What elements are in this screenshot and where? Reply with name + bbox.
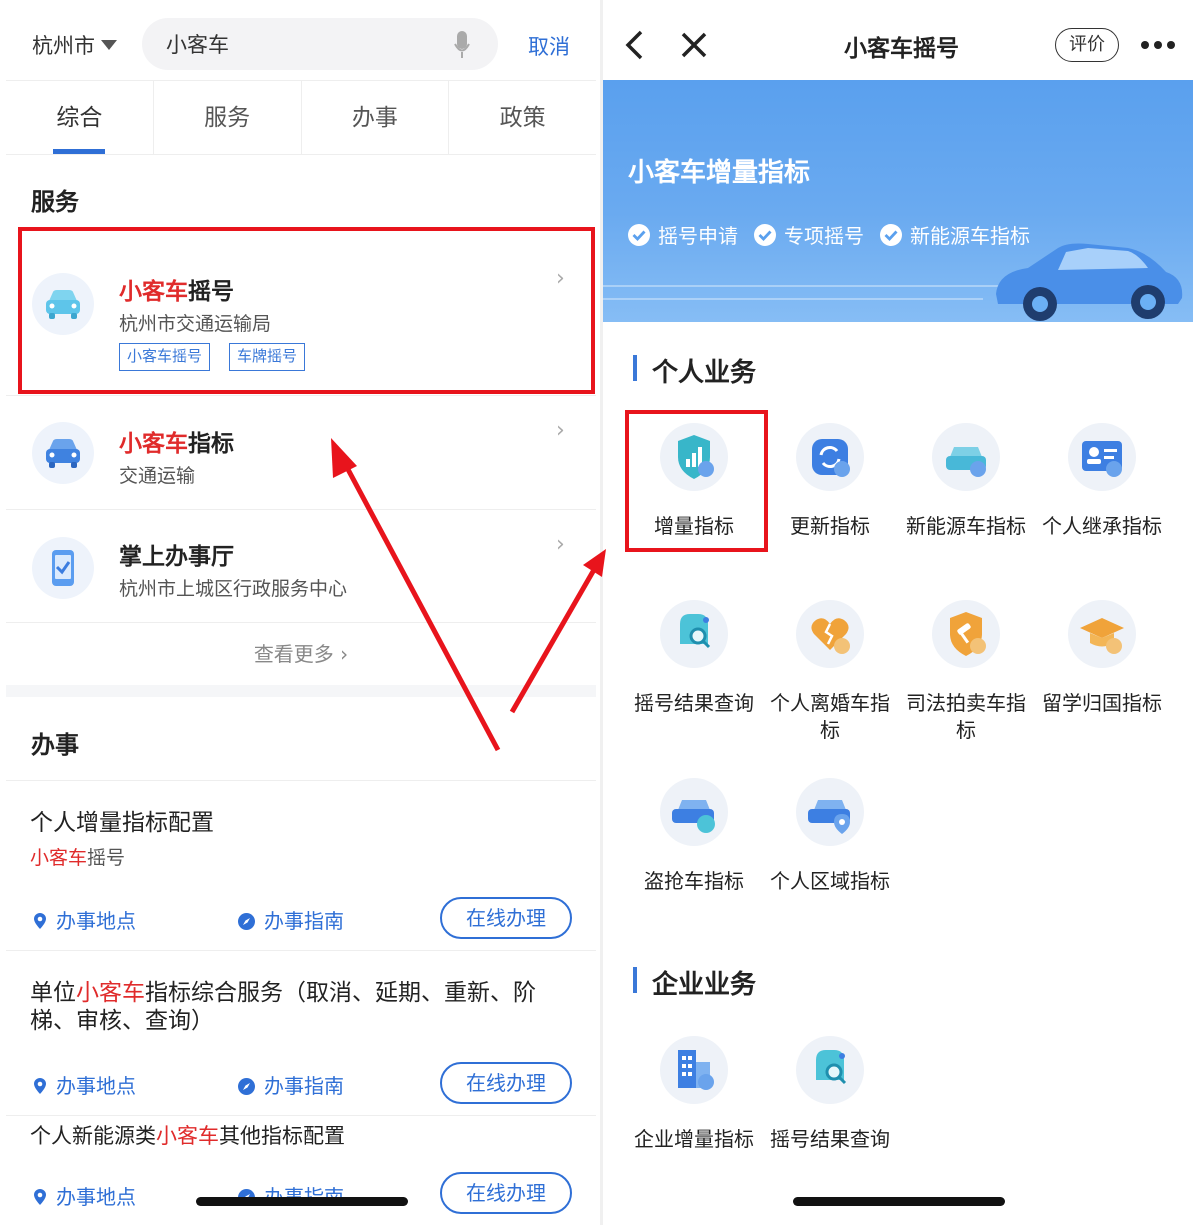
task-item[interactable]: 个人增量指标配置 小客车摇号 办事地点 办事指南 在线办理 xyxy=(6,781,596,951)
check-circle-icon xyxy=(880,223,902,246)
service-item-car-quota[interactable]: 小客车指标 交通运输 › xyxy=(6,396,596,510)
gavel-shield-icon xyxy=(932,600,1000,668)
service-item-mobile-hall[interactable]: 掌上办事厅 杭州市上城区行政服务中心 › xyxy=(6,510,596,623)
banner-tags: 摇号申请 专项摇号 新能源车指标 xyxy=(628,220,1030,249)
location-pin-icon xyxy=(34,1078,46,1094)
building-icon xyxy=(660,1036,728,1104)
rate-button[interactable]: 评价 xyxy=(1055,28,1119,62)
location-pin-icon xyxy=(34,1189,46,1205)
refresh-icon xyxy=(796,423,864,491)
more-dots-icon[interactable] xyxy=(1140,40,1176,50)
city-selector[interactable]: 杭州市 xyxy=(32,30,117,60)
cancel-button[interactable]: 取消 xyxy=(528,31,570,61)
stolen-car-icon xyxy=(660,778,728,846)
search-doc-icon xyxy=(796,1036,864,1104)
result-tabs: 综合 服务 办事 政策 xyxy=(6,80,596,155)
car-lottery-panel: 小客车摇号 评价 小客车增量指标 摇号申请 专项摇号 新能源车指标 个人业务 增… xyxy=(603,0,1200,1225)
item-label: 个人区域指标 xyxy=(770,869,890,893)
online-apply-button[interactable]: 在线办理 xyxy=(440,897,572,939)
search-input[interactable] xyxy=(166,28,446,60)
annotation-highlight-box xyxy=(625,410,768,552)
annotation-highlight-box xyxy=(18,227,595,394)
microphone-icon[interactable] xyxy=(454,31,470,59)
banner: 小客车增量指标 摇号申请 专项摇号 新能源车指标 xyxy=(603,80,1193,322)
check-circle-icon xyxy=(754,223,776,246)
guide-link[interactable]: 办事指南 xyxy=(238,1070,344,1099)
item-label: 更新指标 xyxy=(790,514,870,538)
banner-tag: 摇号申请 xyxy=(628,220,738,249)
item-label: 摇号结果查询 xyxy=(770,1127,890,1151)
search-bar: 杭州市 取消 xyxy=(0,0,600,90)
item-label: 企业增量指标 xyxy=(634,1127,754,1151)
city-label: 杭州市 xyxy=(32,34,95,58)
location-link[interactable]: 办事地点 xyxy=(34,1070,136,1099)
phone-check-icon xyxy=(32,537,94,599)
service-agency: 交通运输 xyxy=(119,465,196,487)
home-indicator[interactable] xyxy=(196,1197,408,1206)
banner-title: 小客车增量指标 xyxy=(628,158,811,188)
task-category: 小客车摇号 xyxy=(30,847,126,869)
tab-services[interactable]: 服务 xyxy=(154,81,302,154)
tab-policy[interactable]: 政策 xyxy=(449,81,596,154)
item-label: 留学归国指标 xyxy=(1042,691,1162,715)
search-doc-icon xyxy=(660,600,728,668)
compass-icon xyxy=(238,913,255,930)
task-item[interactable]: 个人新能源类小客车其他指标配置 办事地点 办事指南 在线办理 xyxy=(6,1116,596,1225)
check-circle-icon xyxy=(628,223,650,246)
online-apply-button[interactable]: 在线办理 xyxy=(440,1062,572,1104)
location-link[interactable]: 办事地点 xyxy=(34,1181,136,1210)
task-title: 单位小客车指标综合服务（取消、延期、重新、阶梯、审核、查询） xyxy=(30,980,536,1034)
tab-affairs[interactable]: 办事 xyxy=(302,81,450,154)
item-label: 个人继承指标 xyxy=(1042,514,1162,538)
online-apply-button[interactable]: 在线办理 xyxy=(440,1172,572,1214)
service-title: 小客车指标 xyxy=(119,431,234,457)
task-item[interactable]: 单位小客车指标综合服务（取消、延期、重新、阶梯、审核、查询） 办事地点 办事指南… xyxy=(6,951,596,1116)
item-label: 新能源车指标 xyxy=(906,514,1026,538)
banner-decoration xyxy=(603,285,1023,287)
caret-down-icon xyxy=(101,40,117,50)
search-box[interactable] xyxy=(142,18,498,70)
affairs-section-title: 办事 xyxy=(31,731,79,759)
location-link[interactable]: 办事地点 xyxy=(34,905,136,934)
car-location-icon xyxy=(796,778,864,846)
banner-decoration xyxy=(603,298,983,300)
chevron-right-icon: › xyxy=(556,418,565,443)
service-title: 掌上办事厅 xyxy=(119,544,234,570)
graduation-cap-icon xyxy=(1068,600,1136,668)
task-title: 个人增量指标配置 xyxy=(30,810,214,836)
personal-business-title: 个人业务 xyxy=(632,352,756,389)
id-card-icon xyxy=(1068,423,1136,491)
car-icon xyxy=(32,422,94,484)
ev-car-icon xyxy=(932,423,1000,491)
item-label: 盗抢车指标 xyxy=(644,869,744,893)
car-illustration xyxy=(996,243,1183,321)
services-section-title: 服务 xyxy=(31,188,79,216)
view-more-link[interactable]: 查看更多 › xyxy=(6,623,596,685)
chevron-right-icon: › xyxy=(556,532,565,557)
task-title: 个人新能源类小客车其他指标配置 xyxy=(30,1124,345,1148)
service-agency: 杭州市上城区行政服务中心 xyxy=(119,578,348,600)
tab-overall[interactable]: 综合 xyxy=(6,81,154,154)
item-label: 摇号结果查询 xyxy=(634,691,754,715)
enterprise-business-title: 企业业务 xyxy=(632,964,756,1001)
item-label: 司法拍卖车指标 xyxy=(906,691,1026,742)
item-label: 个人离婚车指标 xyxy=(770,691,890,742)
compass-icon xyxy=(238,1078,255,1095)
nav-bar: 小客车摇号 评价 xyxy=(603,0,1200,80)
location-pin-icon xyxy=(34,913,46,929)
banner-tag: 专项摇号 xyxy=(754,220,864,249)
home-indicator[interactable] xyxy=(793,1197,1005,1206)
broken-heart-icon xyxy=(796,600,864,668)
guide-link[interactable]: 办事指南 xyxy=(238,905,344,934)
search-results-panel: 杭州市 取消 综合 服务 办事 政策 服务 小客 xyxy=(0,0,600,1225)
section-separator xyxy=(6,685,596,697)
